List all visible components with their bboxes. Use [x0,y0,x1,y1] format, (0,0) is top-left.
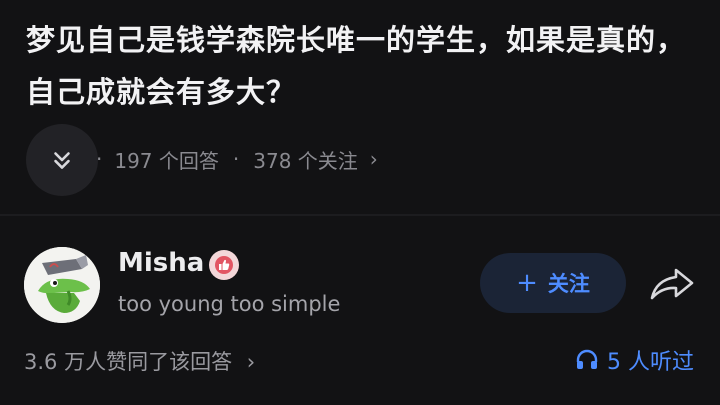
plus-icon: + [516,268,538,298]
question-title[interactable]: 梦见自己是钱学森院长唯一的学生，如果是真的，自己成就会有多大？ [26,14,706,118]
avatar[interactable] [24,247,100,323]
crocodile-avatar-icon [24,247,100,323]
headphones-icon [576,349,598,369]
divider [0,214,720,216]
question-meta[interactable]: · 197 个回答 · 378 个关注 › [96,142,378,176]
double-chevron-down-icon [54,152,70,169]
followers-count: 378 个关注 [253,148,358,173]
follow-button[interactable]: + 关注 [480,253,626,313]
author-name[interactable]: Misha [118,248,204,278]
chevron-right-icon: › [246,350,256,374]
likes-text: 3.6 万人赞同了该回答 [24,350,233,374]
listeners-link[interactable]: 5 人听过 [575,344,694,376]
meta-separator: · [232,147,240,171]
share-icon[interactable] [648,264,696,304]
follow-label: 关注 [547,272,590,296]
answers-count: 197 个回答 [114,148,219,173]
listeners-text: 5 人听过 [607,350,694,375]
collapse-button[interactable] [26,124,98,196]
author-bio: too young too simple [118,292,341,316]
chevron-right-icon: › [369,147,378,171]
likes-summary[interactable]: 3.6 万人赞同了该回答 › [24,346,255,376]
thumbs-up-badge-icon [209,250,239,280]
answer-page: 梦见自己是钱学森院长唯一的学生，如果是真的，自己成就会有多大？ · 197 个回… [0,0,720,405]
meta-separator: · [96,147,103,171]
